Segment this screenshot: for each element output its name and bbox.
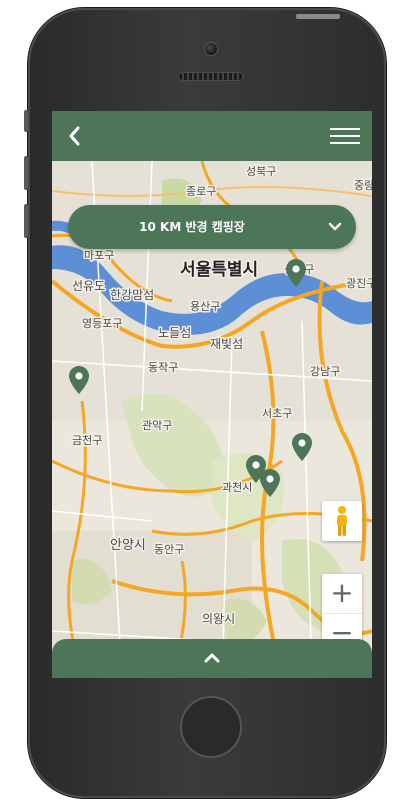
mute-switch (24, 110, 28, 132)
volume-up-button (24, 156, 28, 190)
chevron-left-icon (69, 126, 80, 146)
label-hanganggil: 한강맘섬 (110, 288, 154, 302)
campsite-marker[interactable] (286, 259, 306, 287)
label-saebitseom: 재빛섬 (210, 337, 243, 351)
zoom-in-button[interactable]: + (322, 574, 362, 614)
label-yeongdeungpo: 영등포구 (82, 317, 122, 330)
label-dongjak: 동작구 (148, 361, 178, 374)
map-pin-icon (292, 433, 312, 461)
app-header (52, 111, 372, 161)
radius-selector[interactable]: 10 KM 반경 캠핑장 (68, 205, 356, 249)
label-geumcheon: 금천구 (72, 433, 102, 447)
label-gangnam: 강남구 (310, 365, 340, 378)
chevron-down-icon (328, 222, 342, 231)
label-nodeulseom: 노들섬 (158, 326, 191, 340)
campsite-marker[interactable] (69, 366, 89, 394)
menu-button[interactable] (328, 123, 362, 149)
label-seoul: 서울특별시 (180, 260, 258, 280)
label-dongan: 동안구 (154, 543, 184, 556)
label-jongno: 종로구 (186, 185, 216, 198)
label-gwangjin: 광진구 (346, 277, 372, 290)
home-button[interactable] (180, 696, 242, 758)
campsite-marker[interactable] (292, 433, 312, 461)
campsite-marker[interactable] (260, 469, 280, 497)
label-yeouido: 선유도 (72, 279, 105, 293)
label-anyang: 안양시 (110, 538, 146, 553)
volume-down-button (24, 204, 28, 238)
map-pin-icon (260, 469, 280, 497)
street-view-pegman-icon (337, 506, 347, 536)
radius-label: 10 KM 반경 캠핑장 (139, 220, 245, 234)
bottom-panel-toggle[interactable] (52, 639, 372, 678)
app-screen: 성북구 종로구 중랑 마포구 서울특별시 성동구 광진구 선유도 한강맘섬 용산… (52, 111, 372, 678)
back-button[interactable] (62, 123, 88, 149)
label-gwanak: 관악구 (142, 419, 172, 432)
earpiece-speaker (178, 72, 244, 81)
label-jungnang: 중랑 (354, 179, 372, 192)
map-pin-icon (69, 366, 89, 394)
hamburger-menu-icon (330, 128, 360, 144)
map-pin-icon (286, 259, 306, 287)
label-mapo: 마포구 (84, 249, 114, 262)
chevron-up-icon (204, 653, 220, 663)
label-seocho: 서초구 (262, 407, 292, 420)
front-camera (204, 42, 218, 56)
street-view-button[interactable] (322, 501, 362, 541)
label-yongsan: 용산구 (190, 300, 220, 313)
power-button (296, 14, 340, 19)
label-uiwang: 의왕시 (202, 612, 235, 626)
label-seongbuk: 성북구 (246, 165, 276, 178)
